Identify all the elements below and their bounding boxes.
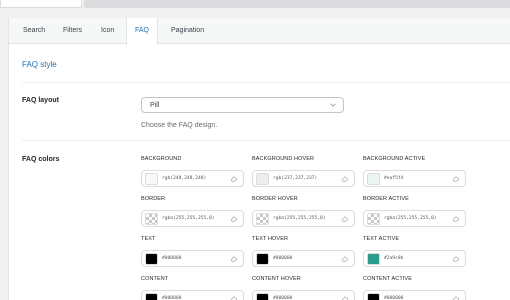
content-active-value[interactable]: #000000 — [384, 296, 403, 300]
text-hover-label: TEXT HOVER — [252, 236, 289, 242]
content-active-label: CONTENT ACTIVE — [363, 276, 412, 282]
content-hover-swatch[interactable] — [256, 293, 269, 300]
tab-icon[interactable]: Icon — [93, 18, 122, 44]
border-hover-label: BORDER HOVER — [252, 196, 298, 202]
chevron-down-icon — [330, 103, 336, 107]
text-swatch[interactable] — [145, 253, 158, 265]
faq-layout-selected: Pill — [150, 102, 160, 109]
eraser-icon[interactable] — [452, 256, 460, 262]
content-label: CONTENT — [141, 276, 169, 282]
border-active-value[interactable]: rgba(255,255,255,0) — [384, 216, 437, 221]
background-active-value[interactable]: #eaf5f4 — [384, 176, 403, 181]
text-hover-value[interactable]: #000000 — [273, 256, 292, 261]
eraser-icon[interactable] — [341, 176, 349, 182]
text-hover-color-field[interactable]: #000000 — [252, 250, 355, 267]
border-active-swatch[interactable] — [367, 213, 380, 225]
faq-layout-select[interactable]: Pill — [141, 97, 344, 113]
border-hover-swatch[interactable] — [256, 213, 269, 225]
background-label: BACKGROUND — [141, 156, 182, 162]
content-active-swatch[interactable] — [367, 293, 380, 300]
background-color-field[interactable]: rgb(248,248,248) — [141, 170, 244, 187]
top-tabs-bar — [0, 0, 510, 18]
eraser-icon[interactable] — [230, 216, 238, 222]
background-active-color-field[interactable]: #eaf5f4 — [363, 170, 466, 187]
eraser-icon[interactable] — [230, 256, 238, 262]
eraser-icon[interactable] — [230, 296, 238, 300]
top-tab-strip — [84, 0, 510, 8]
content-hover-value[interactable]: #000000 — [273, 296, 292, 300]
eraser-icon[interactable] — [341, 216, 349, 222]
faq-layout-helper: Choose the FAQ design. — [141, 122, 218, 129]
background-value[interactable]: rgb(248,248,248) — [162, 176, 206, 181]
faq-layout-label: FAQ layout — [22, 97, 59, 104]
border-hover-color-field[interactable]: rgba(255,255,255,0) — [252, 210, 355, 227]
content-hover-color-field[interactable]: #000000 — [252, 290, 355, 300]
text-active-swatch[interactable] — [367, 253, 380, 265]
content-value[interactable]: #000000 — [162, 296, 181, 300]
text-label: TEXT — [141, 236, 156, 242]
settings-panel: Search Filters Icon FAQ Pagination FAQ s… — [8, 18, 510, 300]
content-swatch[interactable] — [145, 293, 158, 300]
section-divider — [22, 82, 510, 83]
eraser-icon[interactable] — [341, 296, 349, 300]
text-active-label: TEXT ACTIVE — [363, 236, 400, 242]
border-color-field[interactable]: rgba(255,255,255,0) — [141, 210, 244, 227]
subtab-bar: Search Filters Icon FAQ Pagination — [9, 18, 510, 45]
background-hover-label: BACKGROUND HOVER — [252, 156, 315, 162]
content-hover-label: CONTENT HOVER — [252, 276, 301, 282]
section-title: FAQ style — [22, 60, 57, 69]
top-tab-active[interactable] — [0, 0, 82, 8]
field-divider — [22, 140, 510, 141]
content-color-field[interactable]: #000000 — [141, 290, 244, 300]
tab-filters[interactable]: Filters — [55, 18, 90, 44]
eraser-icon[interactable] — [452, 296, 460, 300]
eraser-icon[interactable] — [341, 256, 349, 262]
background-swatch[interactable] — [145, 173, 158, 185]
text-color-field[interactable]: #000000 — [141, 250, 244, 267]
text-active-color-field[interactable]: #2a9c8b — [363, 250, 466, 267]
border-hover-value[interactable]: rgba(255,255,255,0) — [273, 216, 326, 221]
background-active-swatch[interactable] — [367, 173, 380, 185]
eraser-icon[interactable] — [452, 176, 460, 182]
eraser-icon[interactable] — [230, 176, 238, 182]
background-active-label: BACKGROUND ACTIVE — [363, 156, 426, 162]
border-label: BORDER — [141, 196, 166, 202]
border-swatch[interactable] — [145, 213, 158, 225]
content-active-color-field[interactable]: #000000 — [363, 290, 466, 300]
border-active-color-field[interactable]: rgba(255,255,255,0) — [363, 210, 466, 227]
tab-faq[interactable]: FAQ — [126, 18, 159, 45]
background-hover-value[interactable]: rgb(237,237,237) — [273, 176, 317, 181]
border-active-label: BORDER ACTIVE — [363, 196, 409, 202]
text-active-value[interactable]: #2a9c8b — [384, 256, 403, 261]
text-value[interactable]: #000000 — [162, 256, 181, 261]
tab-pagination[interactable]: Pagination — [163, 18, 212, 44]
faq-colors-label: FAQ colors — [22, 156, 60, 163]
eraser-icon[interactable] — [452, 216, 460, 222]
background-hover-color-field[interactable]: rgb(237,237,237) — [252, 170, 355, 187]
tab-search[interactable]: Search — [15, 18, 53, 44]
text-hover-swatch[interactable] — [256, 253, 269, 265]
background-hover-swatch[interactable] — [256, 173, 269, 185]
border-value[interactable]: rgba(255,255,255,0) — [162, 216, 215, 221]
